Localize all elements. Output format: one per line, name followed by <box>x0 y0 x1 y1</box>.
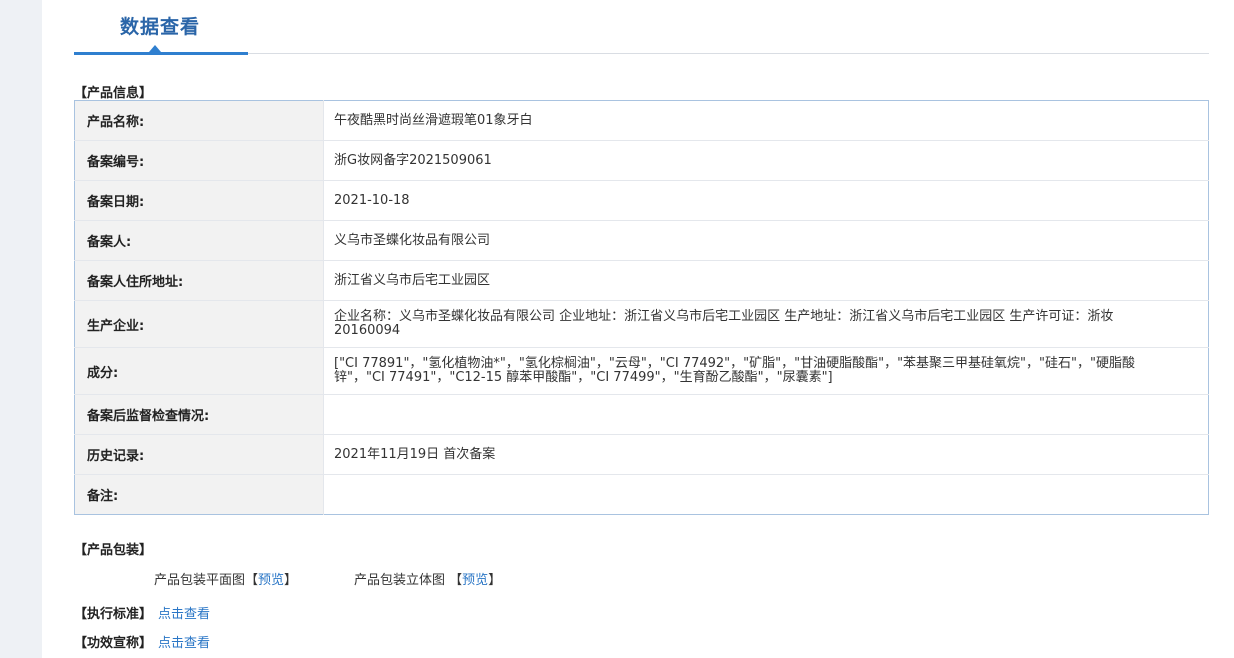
table-row: 备案编号: 浙G妆网备字2021509061 <box>74 140 1209 181</box>
row-key: 产品名称: <box>74 100 324 141</box>
bracket-open: 【 <box>245 573 259 588</box>
row-value: 浙G妆网备字2021509061 <box>323 140 1209 181</box>
row-key: 备注: <box>74 474 324 515</box>
stereo-preview-link[interactable]: 预览 <box>462 573 488 588</box>
packaging-stereo-label: 产品包装立体图 <box>354 573 446 588</box>
standard-view-link[interactable]: 点击查看 <box>158 607 210 622</box>
row-key: 生产企业: <box>74 300 324 348</box>
bracket-close: 】 <box>284 573 298 588</box>
table-row: 备案日期: 2021-10-18 <box>74 180 1209 221</box>
packaging-flat-item: 产品包装平面图【预览】 <box>154 569 297 588</box>
row-value: 浙江省义乌市后宅工业园区 <box>323 260 1209 301</box>
row-value <box>324 475 1209 515</box>
row-key: 备案人: <box>74 220 324 261</box>
product-info-table: 产品名称: 午夜酷黑时尚丝滑遮瑕笔01象牙白 备案编号: 浙G妆网备字20215… <box>74 100 1209 515</box>
efficacy-view-link[interactable]: 点击查看 <box>158 636 210 651</box>
row-key: 成分: <box>74 347 324 395</box>
row-key: 历史记录: <box>74 434 324 475</box>
flat-preview-link[interactable]: 预览 <box>258 573 284 588</box>
row-key: 备案编号: <box>74 140 324 181</box>
table-row: 备注: <box>74 474 1209 515</box>
row-value: 午夜酷黑时尚丝滑遮瑕笔01象牙白 <box>323 100 1209 141</box>
section-packaging: 【产品包装】 <box>74 543 153 558</box>
table-row: 备案人住所地址: 浙江省义乌市后宅工业园区 <box>74 260 1209 301</box>
row-value: 2021年11月19日 首次备案 <box>323 434 1209 475</box>
row-value: 义乌市圣蝶化妆品有限公司 <box>323 220 1209 261</box>
tab-data-view[interactable]: 数据查看 <box>120 12 200 39</box>
left-sidebar-strip <box>0 0 42 658</box>
packaging-stereo-item: 产品包装立体图 【预览】 <box>354 569 501 588</box>
table-row: 历史记录: 2021年11月19日 首次备案 <box>74 434 1209 475</box>
row-value <box>323 394 1209 435</box>
row-key: 备案人住所地址: <box>74 260 324 301</box>
row-value: 企业名称：义乌市圣蝶化妆品有限公司 企业地址：浙江省义乌市后宅工业园区 生产地址… <box>323 300 1209 348</box>
efficacy-row: 【功效宣称】 点击查看 <box>74 632 210 651</box>
row-value: ["CI 77891"，"氢化植物油*"，"氢化棕榈油"，"云母"，"CI 77… <box>323 347 1209 395</box>
table-row: 成分: ["CI 77891"，"氢化植物油*"，"氢化棕榈油"，"云母"，"C… <box>74 347 1209 395</box>
bracket-close: 】 <box>488 573 502 588</box>
row-key: 备案后监督检查情况: <box>74 394 324 435</box>
standard-row: 【执行标准】 点击查看 <box>74 603 210 622</box>
row-value: 2021-10-18 <box>323 180 1209 221</box>
table-row: 备案人: 义乌市圣蝶化妆品有限公司 <box>74 220 1209 261</box>
section-efficacy: 【功效宣称】 <box>74 636 153 651</box>
packaging-flat-label: 产品包装平面图 <box>154 573 246 588</box>
bracket-open: 【 <box>449 573 463 588</box>
section-product-info: 【产品信息】 <box>74 86 153 101</box>
table-row: 生产企业: 企业名称：义乌市圣蝶化妆品有限公司 企业地址：浙江省义乌市后宅工业园… <box>74 300 1209 348</box>
tab-caret-icon <box>149 45 161 52</box>
table-row: 产品名称: 午夜酷黑时尚丝滑遮瑕笔01象牙白 <box>74 100 1209 141</box>
table-row: 备案后监督检查情况: <box>74 394 1209 435</box>
tab-active-indicator <box>74 52 248 55</box>
section-standard: 【执行标准】 <box>74 607 153 622</box>
row-key: 备案日期: <box>74 180 324 221</box>
